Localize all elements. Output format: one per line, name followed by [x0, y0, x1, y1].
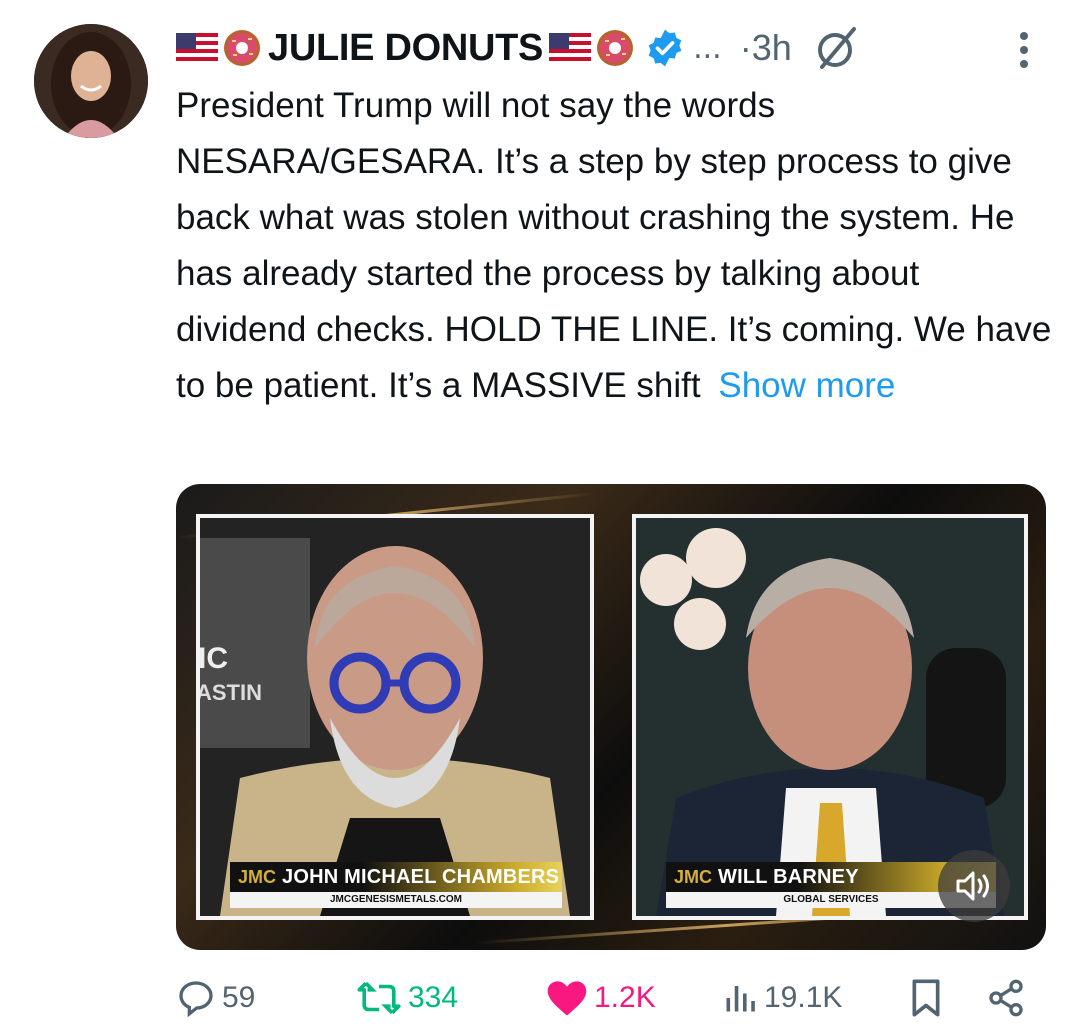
tweet-body: President Trump will not say the words N… [176, 86, 1052, 405]
reply-count: 59 [222, 981, 256, 1014]
volume-icon [956, 871, 989, 901]
name-overflow: ... [693, 30, 722, 66]
tweet-text: President Trump will not say the words N… [176, 78, 1056, 414]
video-panel-left: IC ASTIN JMC JOHN MICHAEL CHAMBERS JMCGE… [196, 514, 594, 920]
bookmark-icon [912, 979, 940, 1017]
views-icon [726, 986, 755, 1012]
lower-third-left: JMC JOHN MICHAEL CHAMBERS [230, 862, 562, 892]
tweet-header: JULIE DONUTS ... ·3h [176, 22, 860, 74]
like-button[interactable]: 1.2K [546, 978, 656, 1018]
video-player[interactable]: IC ASTIN JMC JOHN MICHAEL CHAMBERS JMCGE… [176, 484, 1046, 950]
donut-icon [224, 30, 260, 66]
speaker-name-right: WILL BARNEY [718, 865, 859, 888]
speaker-left-figure: IC ASTIN [200, 518, 590, 916]
volume-button[interactable] [938, 850, 1010, 922]
repost-count: 334 [408, 981, 459, 1014]
donut-icon [597, 30, 634, 66]
share-icon [989, 979, 1023, 1017]
views-button[interactable]: 19.1K [722, 978, 842, 1018]
repost-icon [357, 981, 401, 1015]
speaker-sub-left: JMCGENESISMETALS.COM [230, 892, 562, 908]
action-bar: 59 334 1.2K 19.1K [176, 970, 1046, 1026]
timestamp[interactable]: ·3h [740, 27, 792, 69]
flag-usa-icon [549, 33, 592, 63]
more-icon[interactable] [1018, 30, 1030, 70]
bookmark-button[interactable] [910, 978, 948, 1018]
svg-text:IC: IC [200, 642, 228, 675]
repost-button[interactable]: 334 [356, 978, 458, 1018]
flag-usa-icon [176, 33, 218, 63]
verified-icon[interactable] [645, 28, 685, 68]
avatar[interactable] [34, 24, 148, 138]
channel-logo: JMC [674, 866, 713, 887]
svg-text:ASTIN: ASTIN [200, 680, 262, 705]
view-count: 19.1K [764, 981, 843, 1014]
channel-logo: JMC [238, 866, 277, 887]
share-button[interactable] [986, 978, 1032, 1018]
display-name[interactable]: JULIE DONUTS [268, 27, 543, 70]
show-more-link[interactable]: Show more [718, 366, 895, 405]
reply-button[interactable]: 59 [176, 978, 255, 1018]
grok-icon[interactable] [810, 23, 860, 73]
like-icon [547, 981, 587, 1016]
speaker-name-left: JOHN MICHAEL CHAMBERS [282, 865, 560, 888]
like-count: 1.2K [594, 981, 656, 1014]
reply-icon [179, 981, 213, 1018]
